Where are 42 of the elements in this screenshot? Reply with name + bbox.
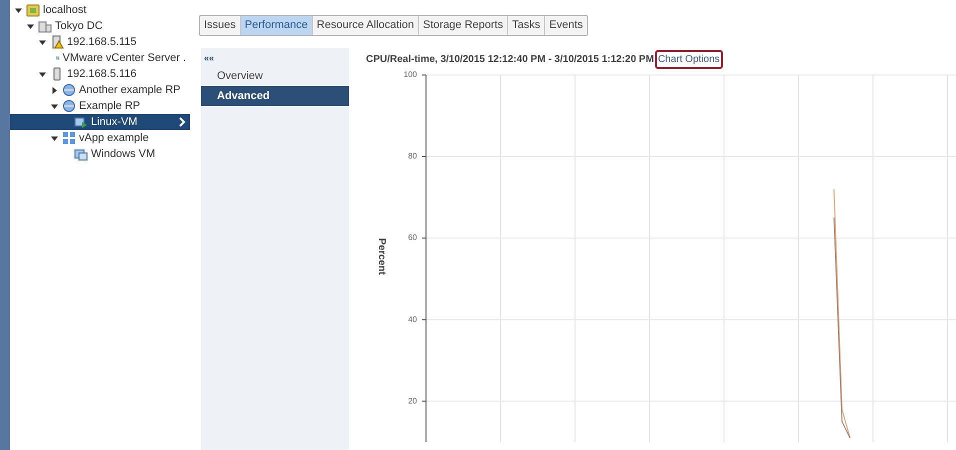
caret-down-icon[interactable]	[39, 38, 46, 46]
caret-right-icon[interactable]	[51, 86, 58, 94]
tab[interactable]: Tasks	[508, 16, 546, 35]
y-tick-label: 40	[408, 314, 417, 324]
building-icon	[38, 19, 52, 33]
tab[interactable]: Events	[545, 16, 587, 35]
folder-icon	[26, 3, 40, 17]
tree-item[interactable]: Linux-VM	[10, 114, 190, 130]
tab[interactable]: Storage Reports	[419, 16, 508, 35]
y-tick-label: 60	[408, 233, 417, 242]
chart-options-link[interactable]: Chart Options	[654, 50, 723, 68]
caret-down-icon[interactable]	[15, 6, 22, 14]
tree-item[interactable]: Tokyo DC	[10, 18, 190, 34]
chevron-right-icon	[178, 117, 186, 127]
vm-icon	[74, 147, 88, 161]
tab[interactable]: Performance	[240, 16, 313, 35]
vapp-icon	[62, 131, 76, 145]
tree-item[interactable]: vApp example	[10, 130, 190, 146]
y-tick-label: 80	[408, 152, 417, 161]
resource-pool-icon	[62, 99, 76, 113]
chart-title: CPU/Real-time, 3/10/2015 12:12:40 PM - 3/10/2015 1:12:20 PM	[366, 52, 654, 66]
tree-item[interactable]: Example RP	[10, 98, 190, 114]
y-tick-label: 100	[404, 70, 417, 80]
tab[interactable]: Resource Allocation	[312, 16, 420, 35]
server-warning-icon	[50, 35, 64, 49]
resource-pool-icon	[62, 83, 76, 97]
side-nav-item[interactable]: Overview	[201, 66, 349, 86]
tree-item[interactable]: 192.168.5.116	[10, 66, 190, 82]
tree-item[interactable]: VMware vCenter Server .	[10, 50, 190, 66]
axis-label: Percent	[374, 238, 388, 274]
caret-down-icon[interactable]	[51, 134, 58, 142]
tree-item[interactable]: Windows VM	[10, 146, 190, 162]
caret-down-icon[interactable]	[27, 22, 34, 30]
tree-item[interactable]: localhost	[10, 2, 190, 18]
tree-item[interactable]: 192.168.5.115	[10, 34, 190, 50]
caret-down-icon[interactable]	[51, 102, 58, 110]
caret-down-icon[interactable]	[39, 70, 46, 78]
collapse-button[interactable]: ««	[201, 52, 349, 66]
y-tick-label: 20	[408, 396, 417, 406]
tree-item[interactable]: Another example RP	[10, 82, 190, 98]
side-nav-item[interactable]: Advanced	[201, 86, 349, 106]
vm-running-icon	[74, 115, 88, 129]
